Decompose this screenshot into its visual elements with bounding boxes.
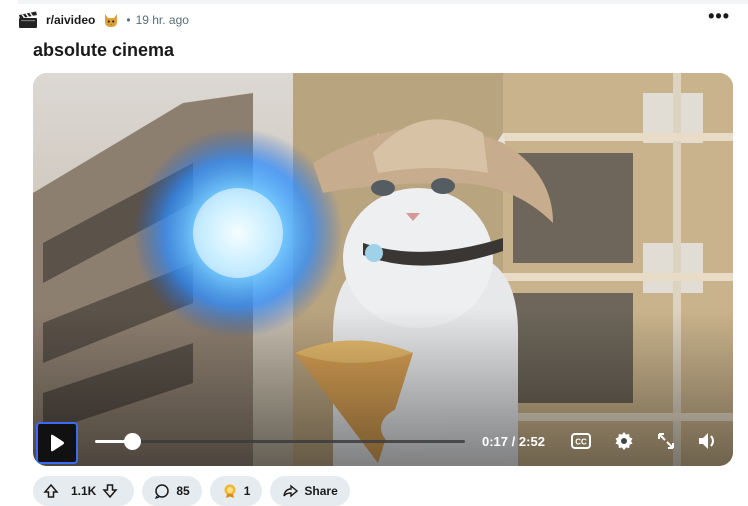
award-button[interactable]: 1 [209,476,263,506]
vote-count: 1.1K [71,484,97,498]
post-actions: 1.1K 85 1 Share [33,476,350,506]
upvote-icon[interactable] [43,483,59,499]
vote-pill: 1.1K [33,476,135,506]
comment-count: 85 [176,484,190,498]
award-count: 1 [243,484,251,498]
time-readout: 0:17 / 2:52 [482,434,545,449]
award-icon [222,483,238,499]
duration: 2:52 [518,434,545,449]
meta-separator: • [126,13,131,27]
post-header: r/aivideo • 19 hr. ago ••• [18,7,730,32]
video-frame [33,73,733,466]
clapperboard-icon[interactable] [18,10,38,30]
share-button[interactable]: Share [270,476,350,506]
current-time: 0:17 [482,434,509,449]
post-title[interactable]: absolute cinema [33,40,174,61]
more-options-button[interactable]: ••• [708,7,730,28]
seek-handle[interactable] [124,433,141,450]
fullscreen-icon[interactable] [655,430,677,452]
subreddit-name[interactable]: r/aivideo [46,13,95,27]
play-icon [51,434,64,452]
comment-icon [154,483,170,499]
downvote-icon[interactable] [102,483,118,499]
captions-icon[interactable]: CC [570,430,592,452]
comments-button[interactable]: 85 [142,476,202,506]
share-label: Share [304,484,338,498]
volume-icon[interactable] [697,430,719,452]
time-separator: / [511,434,516,449]
share-icon [282,483,299,499]
seek-bar[interactable] [95,433,465,450]
settings-icon[interactable] [613,430,635,452]
cat-emoji-icon [102,11,120,29]
post-time: 19 hr. ago [135,13,189,27]
play-button[interactable] [36,422,78,464]
top-divider [18,0,748,4]
svg-text:CC: CC [575,438,587,447]
video-player[interactable]: 0:17 / 2:52 CC [33,73,733,466]
